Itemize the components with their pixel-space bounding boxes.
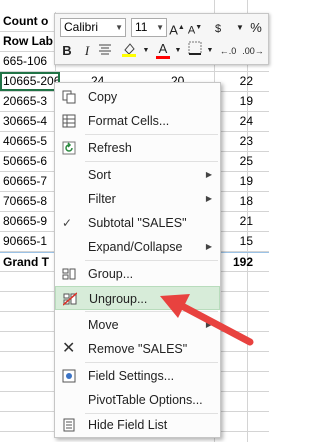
annotation-arrow bbox=[160, 294, 254, 346]
